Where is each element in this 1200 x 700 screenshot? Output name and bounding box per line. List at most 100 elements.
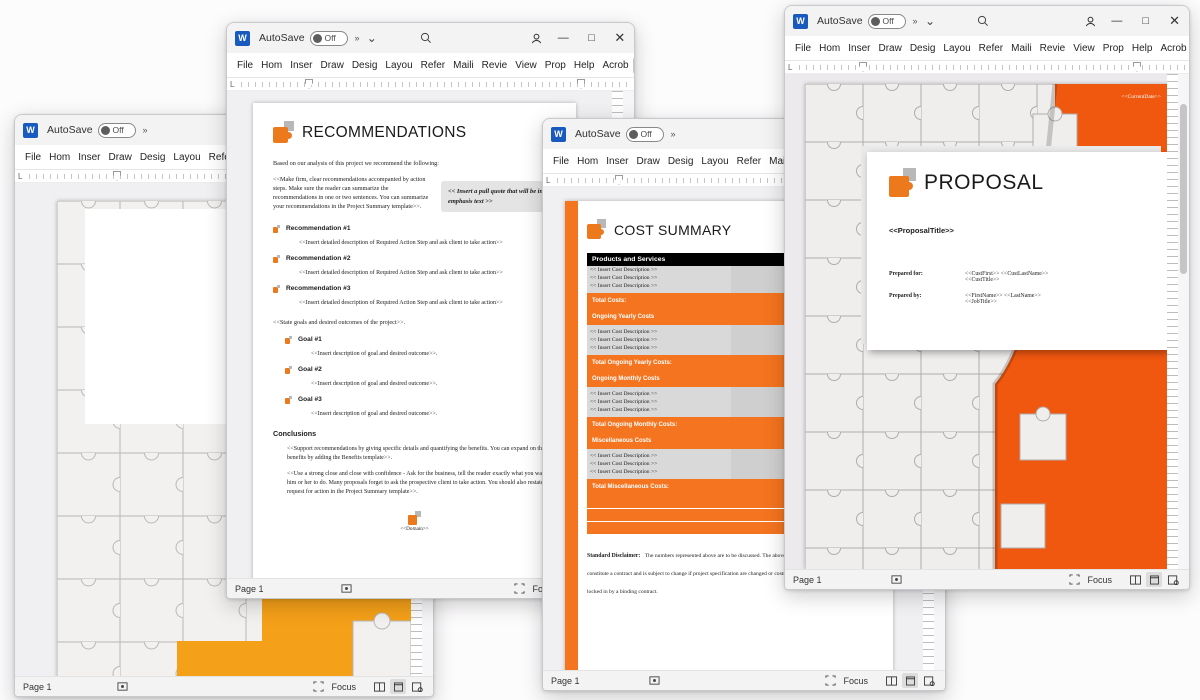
close-button[interactable]: ✕ xyxy=(606,23,634,53)
tab-home[interactable]: Hom xyxy=(45,150,74,165)
tab-view[interactable]: View xyxy=(511,58,541,73)
document-canvas[interactable]: <<CurrentDate>> PROPOSAL <<ProposalTitle… xyxy=(785,74,1189,569)
tab-draw[interactable]: Draw xyxy=(316,58,347,73)
cover-content-card[interactable]: PROPOSAL <<ProposalTitle>> Prepared for:… xyxy=(867,152,1167,350)
maximize-button[interactable]: □ xyxy=(1131,6,1160,36)
ribbon-display-chevron-icon[interactable]: ⌄ xyxy=(918,9,943,33)
tab-references[interactable]: Refer xyxy=(417,58,449,73)
autosave-toggle[interactable]: Off xyxy=(309,30,348,46)
horizontal-ruler[interactable]: L xyxy=(227,78,634,91)
tab-file[interactable]: File xyxy=(21,150,45,165)
accessibility-checker-icon[interactable] xyxy=(340,583,352,594)
accessibility-checker-icon[interactable] xyxy=(890,574,902,585)
focus-icon[interactable] xyxy=(825,675,837,686)
web-layout-icon[interactable] xyxy=(409,679,425,694)
tab-mailings[interactable]: Maili xyxy=(1007,41,1036,56)
autosave-toggle[interactable]: Off xyxy=(867,13,906,29)
minimize-button[interactable]: — xyxy=(1103,6,1132,36)
document-page[interactable]: RECOMMENDATIONS Based on our analysis of… xyxy=(253,103,576,578)
tab-references[interactable]: Refer xyxy=(733,154,765,169)
search-icon[interactable] xyxy=(971,9,996,33)
tab-design[interactable]: Desig xyxy=(348,58,382,73)
tab-home[interactable]: Hom xyxy=(573,154,602,169)
comment-button[interactable] xyxy=(632,55,634,75)
focus-icon[interactable] xyxy=(1069,574,1081,585)
tab-file[interactable]: File xyxy=(791,41,815,56)
focus-icon[interactable] xyxy=(514,583,526,594)
tab-acrobat[interactable]: Acrob xyxy=(1156,41,1189,56)
ribbon-tabs[interactable]: File Hom Inser Draw Desig Layou Refer Ma… xyxy=(227,53,634,78)
tab-home[interactable]: Hom xyxy=(815,41,844,56)
ruler-indent-marker-left[interactable] xyxy=(305,79,313,89)
quick-access-overflow-icon[interactable]: » xyxy=(143,125,148,135)
tab-insert[interactable]: Inser xyxy=(844,41,874,56)
ribbon-display-chevron-icon[interactable]: ⌄ xyxy=(360,26,385,50)
tab-properties[interactable]: Prop xyxy=(1099,41,1128,56)
print-layout-icon[interactable] xyxy=(1146,572,1162,587)
tab-design[interactable]: Desig xyxy=(906,41,940,56)
ribbon-tabs[interactable]: File Hom Inser Draw Desig Layou Refer Ma… xyxy=(785,36,1189,61)
ruler-tab-selector[interactable]: L xyxy=(18,172,22,181)
quick-access-overflow-icon[interactable]: » xyxy=(671,129,676,139)
ruler-indent-marker-right[interactable] xyxy=(577,79,585,89)
print-layout-icon[interactable] xyxy=(390,679,406,694)
tab-layout[interactable]: Layou xyxy=(697,154,732,169)
tab-properties[interactable]: Prop xyxy=(541,58,570,73)
tab-review[interactable]: Revie xyxy=(478,58,512,73)
pull-quote-box[interactable]: << Insert a pull quote that will be in e… xyxy=(441,181,556,212)
vertical-scrollbar[interactable] xyxy=(1178,74,1189,569)
autosave-toggle[interactable]: Off xyxy=(625,126,664,142)
status-bar[interactable]: Page 1 Focus xyxy=(785,569,1189,589)
close-button[interactable]: ✕ xyxy=(1160,6,1189,36)
titlebar[interactable]: W AutoSave Off » ⌄ — □ ✕ xyxy=(227,23,634,53)
ruler-tab-selector[interactable]: L xyxy=(788,63,792,72)
page-indicator[interactable]: Page 1 xyxy=(793,575,822,585)
page-indicator[interactable]: Page 1 xyxy=(551,676,580,686)
page-indicator[interactable]: Page 1 xyxy=(23,682,52,692)
titlebar[interactable]: W AutoSave Off » ⌄ — □ ✕ xyxy=(785,6,1189,36)
focus-icon[interactable] xyxy=(313,681,325,692)
tab-file[interactable]: File xyxy=(233,58,257,73)
focus-label[interactable]: Focus xyxy=(843,676,868,686)
focus-label[interactable]: Focus xyxy=(1087,575,1112,585)
maximize-button[interactable]: □ xyxy=(577,23,605,53)
scrollbar-thumb[interactable] xyxy=(1180,104,1187,274)
tab-help[interactable]: Help xyxy=(570,58,599,73)
ruler-tab-selector[interactable]: L xyxy=(230,80,234,89)
tab-review[interactable]: Revie xyxy=(1036,41,1070,56)
tab-draw[interactable]: Draw xyxy=(104,150,135,165)
word-window-proposal[interactable]: W AutoSave Off » ⌄ — □ ✕ File Hom Inser … xyxy=(784,5,1190,590)
tab-mailings[interactable]: Maili xyxy=(449,58,478,73)
autosave-toggle[interactable]: Off xyxy=(97,122,136,138)
document-page[interactable]: <<CurrentDate>> PROPOSAL <<ProposalTitle… xyxy=(805,84,1175,569)
status-bar[interactable]: Page 1 Focus xyxy=(15,676,433,696)
ruler-indent-marker[interactable] xyxy=(113,171,121,181)
focus-label[interactable]: Focus xyxy=(331,682,356,692)
tab-file[interactable]: File xyxy=(549,154,573,169)
horizontal-ruler[interactable]: L xyxy=(785,61,1189,74)
tab-insert[interactable]: Inser xyxy=(602,154,632,169)
minimize-button[interactable]: — xyxy=(549,23,577,53)
account-icon[interactable] xyxy=(525,26,550,50)
web-layout-icon[interactable] xyxy=(1165,572,1181,587)
print-layout-icon[interactable] xyxy=(902,673,918,688)
status-bar[interactable]: Page 1 Focus xyxy=(543,670,945,690)
tab-insert[interactable]: Inser xyxy=(286,58,316,73)
tab-design[interactable]: Desig xyxy=(136,150,170,165)
read-mode-icon[interactable] xyxy=(1127,572,1143,587)
web-layout-icon[interactable] xyxy=(921,673,937,688)
tab-insert[interactable]: Inser xyxy=(74,150,104,165)
tab-home[interactable]: Hom xyxy=(257,58,286,73)
page-indicator[interactable]: Page 1 xyxy=(235,584,264,594)
account-icon[interactable] xyxy=(1078,9,1103,33)
ruler-indent-marker[interactable] xyxy=(615,175,623,185)
ruler-tab-selector[interactable]: L xyxy=(546,176,550,185)
tab-references[interactable]: Refer xyxy=(975,41,1007,56)
accessibility-checker-icon[interactable] xyxy=(648,675,660,686)
tab-layout[interactable]: Layou xyxy=(939,41,974,56)
tab-acrobat[interactable]: Acrob xyxy=(598,58,632,73)
tab-draw[interactable]: Draw xyxy=(874,41,905,56)
ruler-indent-marker-left[interactable] xyxy=(859,62,867,72)
ruler-indent-marker-right[interactable] xyxy=(1133,62,1141,72)
tab-layout[interactable]: Layou xyxy=(381,58,416,73)
